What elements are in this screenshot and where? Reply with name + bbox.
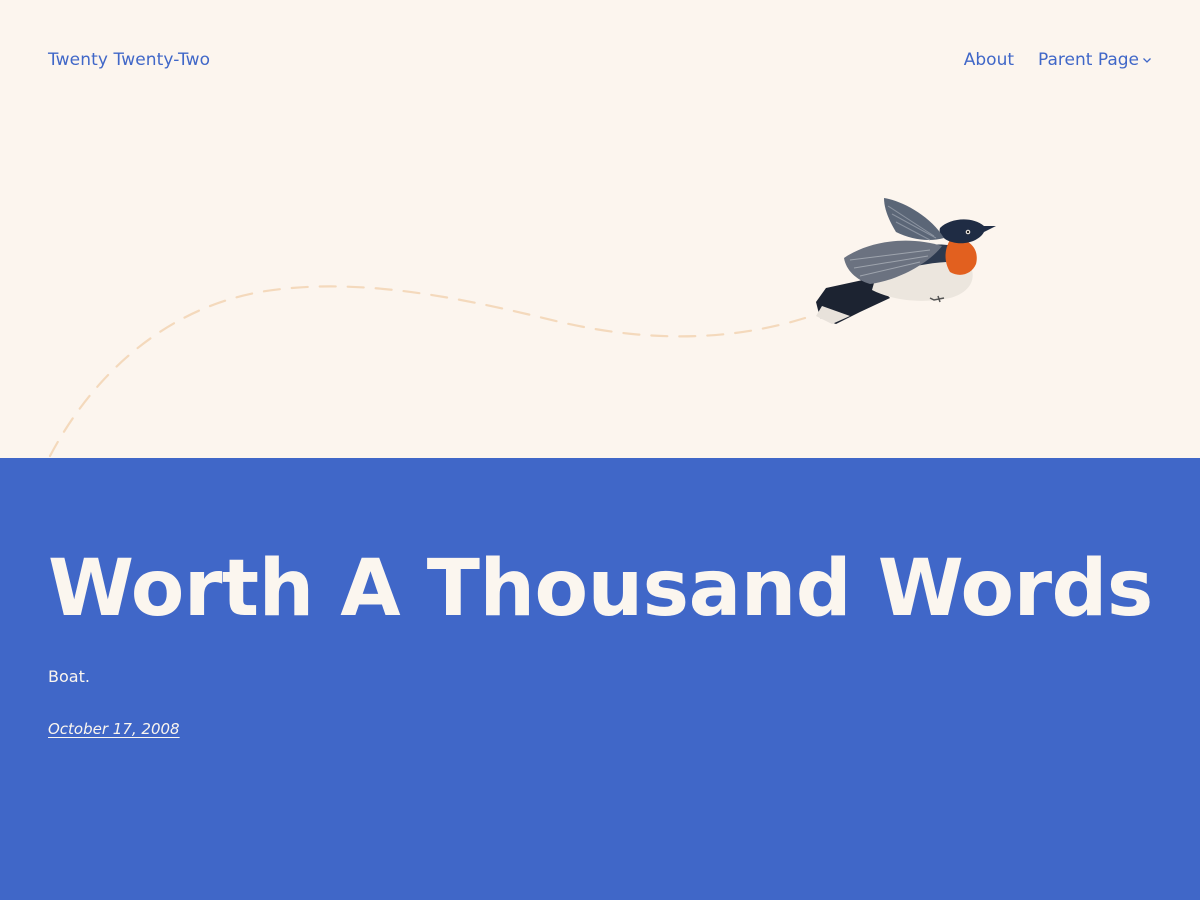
flight-path-dashes <box>48 285 807 458</box>
site-header: Twenty Twenty-Two About Parent Page <box>0 0 1200 458</box>
post-date-link[interactable]: October 17, 2008 <box>48 720 180 738</box>
post-content: Worth A Thousand Words Boat. October 17,… <box>0 458 1200 900</box>
post-excerpt: Boat. <box>48 667 90 686</box>
bird-flight-illustration <box>816 198 996 324</box>
hero-illustration <box>48 198 996 458</box>
post-title[interactable]: Worth A Thousand Words <box>48 544 1153 634</box>
page: Twenty Twenty-Two About Parent Page Wort… <box>0 0 1200 900</box>
